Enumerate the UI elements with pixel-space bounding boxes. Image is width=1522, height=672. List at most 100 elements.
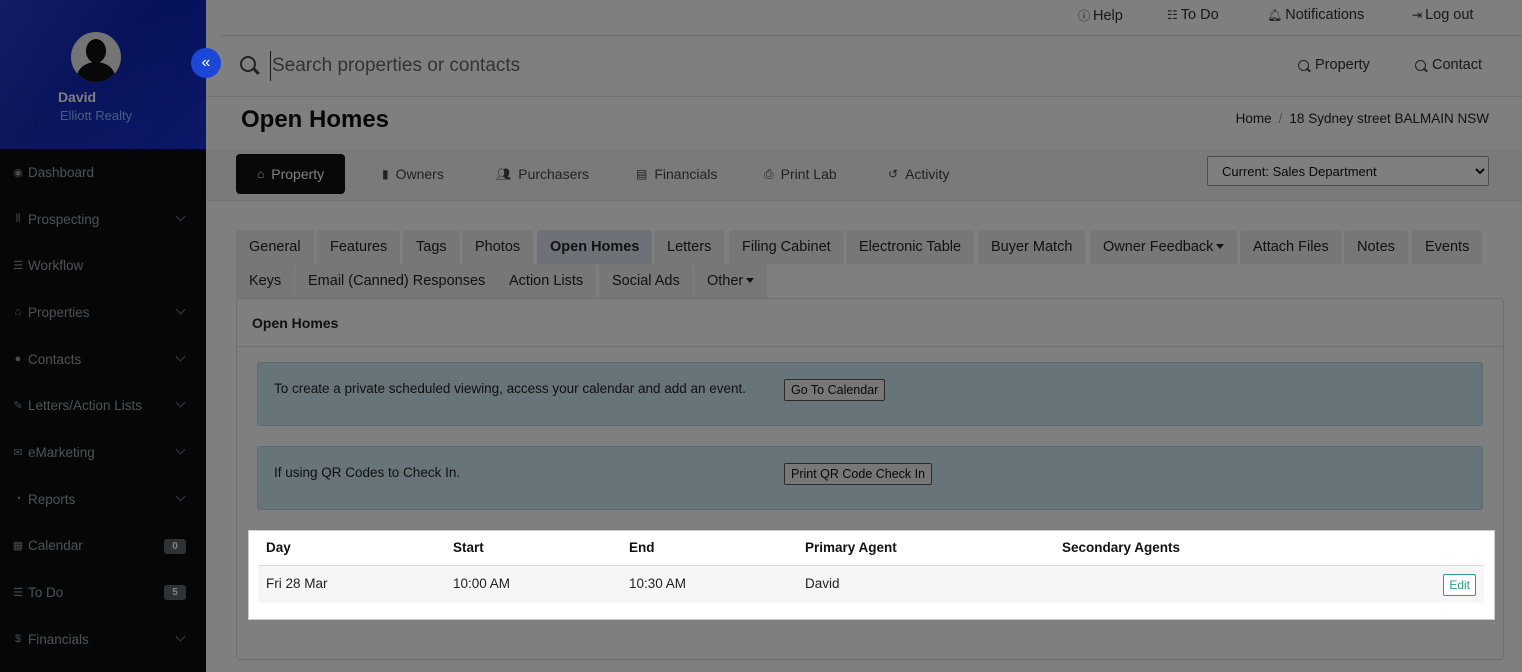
sidebar-item-label: Properties (28, 304, 90, 320)
print-icon: ⎙ (764, 166, 774, 181)
subtab-general[interactable]: General (236, 230, 314, 264)
search-bar: Property Contact (206, 36, 1522, 97)
tab-label: Activity (905, 166, 950, 182)
avatar[interactable] (71, 32, 121, 82)
go-to-calendar-button[interactable]: Go To Calendar (784, 379, 886, 401)
print-qr-button[interactable]: Print QR Code Check In (784, 463, 933, 485)
help-label: Help (1093, 7, 1123, 24)
cell-start: 10:00 AM (453, 576, 511, 591)
info-icon: ⓘ (1078, 9, 1091, 23)
tab-property[interactable]: ⌂ Property (236, 154, 346, 194)
sidebar-item-properties[interactable]: ⌂ Properties (0, 289, 206, 336)
chevron-down-icon (175, 351, 186, 362)
sidebar-item-prospecting[interactable]: ⦀ Prospecting (0, 196, 206, 243)
sidebar-item-contacts[interactable]: ● Contacts (0, 336, 206, 383)
subtab-notes[interactable]: Notes (1344, 230, 1408, 264)
sidebar-item-calendar[interactable]: ▦ Calendar 0 (0, 523, 206, 570)
dashboard-icon: ◉ (13, 166, 23, 179)
user-name: David (57, 89, 97, 105)
checklist-icon: ☷ (1167, 8, 1178, 22)
cell-day: Fri 28 Mar (266, 576, 328, 591)
open-homes-table-highlight: Day Start End Primary Agent Secondary Ag… (248, 530, 1495, 620)
column-secondary-agents: Secondary Agents (1062, 540, 1181, 555)
todo-link[interactable]: ☷ To Do (1167, 7, 1219, 23)
tab-label: Financials (654, 166, 718, 182)
sidebar-item-emarketing[interactable]: ✉ eMarketing (0, 429, 206, 476)
sidebar-item-workflow[interactable]: ☰ Workflow (0, 242, 206, 289)
tab-print-lab[interactable]: ⎙ Print Lab (743, 154, 858, 194)
sidebar-item-label: Letters/Action Lists (28, 398, 143, 414)
subtab-owner-feedback[interactable]: Owner Feedback (1090, 230, 1238, 264)
edit-icon: ✎ (13, 400, 23, 413)
panel-title: Open Homes (237, 299, 1503, 347)
subtab-other[interactable]: Other (694, 264, 768, 298)
sidebar-item-financials[interactable]: $ Financials (0, 616, 206, 663)
table-header: Day Start End Primary Agent Secondary Ag… (258, 531, 1484, 566)
sidebar-nav: ◉ Dashboard ⦀ Prospecting ☰ Workflow ⌂ P… (0, 149, 206, 663)
subtab-keys[interactable]: Keys (236, 264, 295, 298)
sidebar-item-label: Calendar (28, 538, 83, 554)
calendar-info-text: To create a private scheduled viewing, a… (274, 381, 747, 396)
search-icon (1415, 59, 1426, 71)
tab-owners[interactable]: ▮ Owners (361, 154, 465, 194)
collapse-sidebar-button[interactable]: « (191, 48, 221, 78)
subtab-photos[interactable]: Photos (462, 230, 534, 264)
subtab-social-ads[interactable]: Social Ads (599, 264, 693, 298)
search-contact-option[interactable]: Contact (1415, 57, 1482, 73)
subtab-filing-cabinet[interactable]: Filing Cabinet (729, 230, 844, 264)
search-icon (1298, 59, 1309, 71)
notifications-link[interactable]: 🔔︎ Notifications (1267, 7, 1364, 23)
subtab-tags[interactable]: Tags (403, 230, 460, 264)
column-start: Start (453, 540, 484, 555)
sidebar-item-dashboard[interactable]: ◉ Dashboard (0, 149, 206, 196)
workflow-icon: ☰ (13, 260, 23, 273)
tab-financials[interactable]: ▤ Financials (615, 154, 738, 194)
sidebar-item-letters[interactable]: ✎ Letters/Action Lists (0, 382, 206, 429)
tab-label: Print Lab (780, 166, 837, 182)
calendar-info-alert: To create a private scheduled viewing, a… (257, 362, 1483, 426)
calendar-icon: ▦ (12, 540, 24, 553)
tab-label: Purchasers (518, 166, 590, 182)
sidebar-item-label: Prospecting (28, 211, 100, 227)
subtab-letters[interactable]: Letters (654, 230, 725, 264)
help-link[interactable]: ⓘ Help (1078, 7, 1123, 24)
subtab-open-homes[interactable]: Open Homes (537, 230, 653, 264)
count-badge: 0 (164, 538, 186, 554)
cell-end: 10:30 AM (629, 576, 687, 591)
search-property-option[interactable]: Property (1298, 57, 1370, 73)
property-tabs: ⌂ Property ▮ Owners 👥︎ Purchasers ▤ Fina… (206, 149, 1522, 201)
subtab-events[interactable]: Events (1412, 230, 1483, 264)
subtab-features[interactable]: Features (317, 230, 401, 264)
subtab-action-lists[interactable]: Action Lists (496, 264, 597, 298)
tab-activity[interactable]: ↺ Activity (867, 154, 970, 194)
envelope-icon: ✉ (13, 446, 23, 459)
sidebar-item-label: Reports (28, 491, 76, 507)
subtab-buyer-match[interactable]: Buyer Match (978, 230, 1086, 264)
edit-button[interactable]: Edit (1443, 574, 1476, 596)
tab-purchasers[interactable]: 👥︎ Purchasers (475, 154, 610, 194)
cell-primary-agent: David (805, 576, 840, 591)
subtab-attach-files[interactable]: Attach Files (1240, 230, 1342, 264)
sidebar-item-label: To Do (28, 585, 64, 601)
logout-link[interactable]: ⇥ Log out (1412, 7, 1473, 23)
table-row: Fri 28 Mar 10:00 AM 10:30 AM David Edit (258, 566, 1484, 603)
sidebar-item-todo[interactable]: ☰ To Do 5 (0, 569, 206, 616)
subtab-label: Other (707, 273, 744, 289)
search-input[interactable] (270, 51, 970, 81)
chevron-down-icon (175, 444, 186, 455)
search-property-label: Property (1315, 57, 1370, 73)
search-icon (240, 56, 256, 72)
breadcrumb: Home/18 Sydney street BALMAIN NSW (1235, 111, 1489, 126)
subtab-email-responses[interactable]: Email (Canned) Responses (295, 264, 499, 298)
breadcrumb-home[interactable]: Home (1236, 111, 1272, 126)
department-select[interactable]: Current: Sales Department (1207, 156, 1489, 186)
list-icon: ☰ (13, 587, 23, 600)
tab-label: Owners (395, 166, 444, 182)
sidebar-item-label: Workflow (28, 258, 84, 274)
column-primary-agent: Primary Agent (805, 540, 897, 555)
sidebar-item-reports[interactable]: ◔ Reports (0, 476, 206, 523)
sidebar-item-label: eMarketing (28, 444, 95, 460)
prospecting-icon: ⦀ (15, 212, 21, 225)
subtab-electronic-table[interactable]: Electronic Table (846, 230, 975, 264)
home-icon: ⌂ (257, 167, 265, 181)
